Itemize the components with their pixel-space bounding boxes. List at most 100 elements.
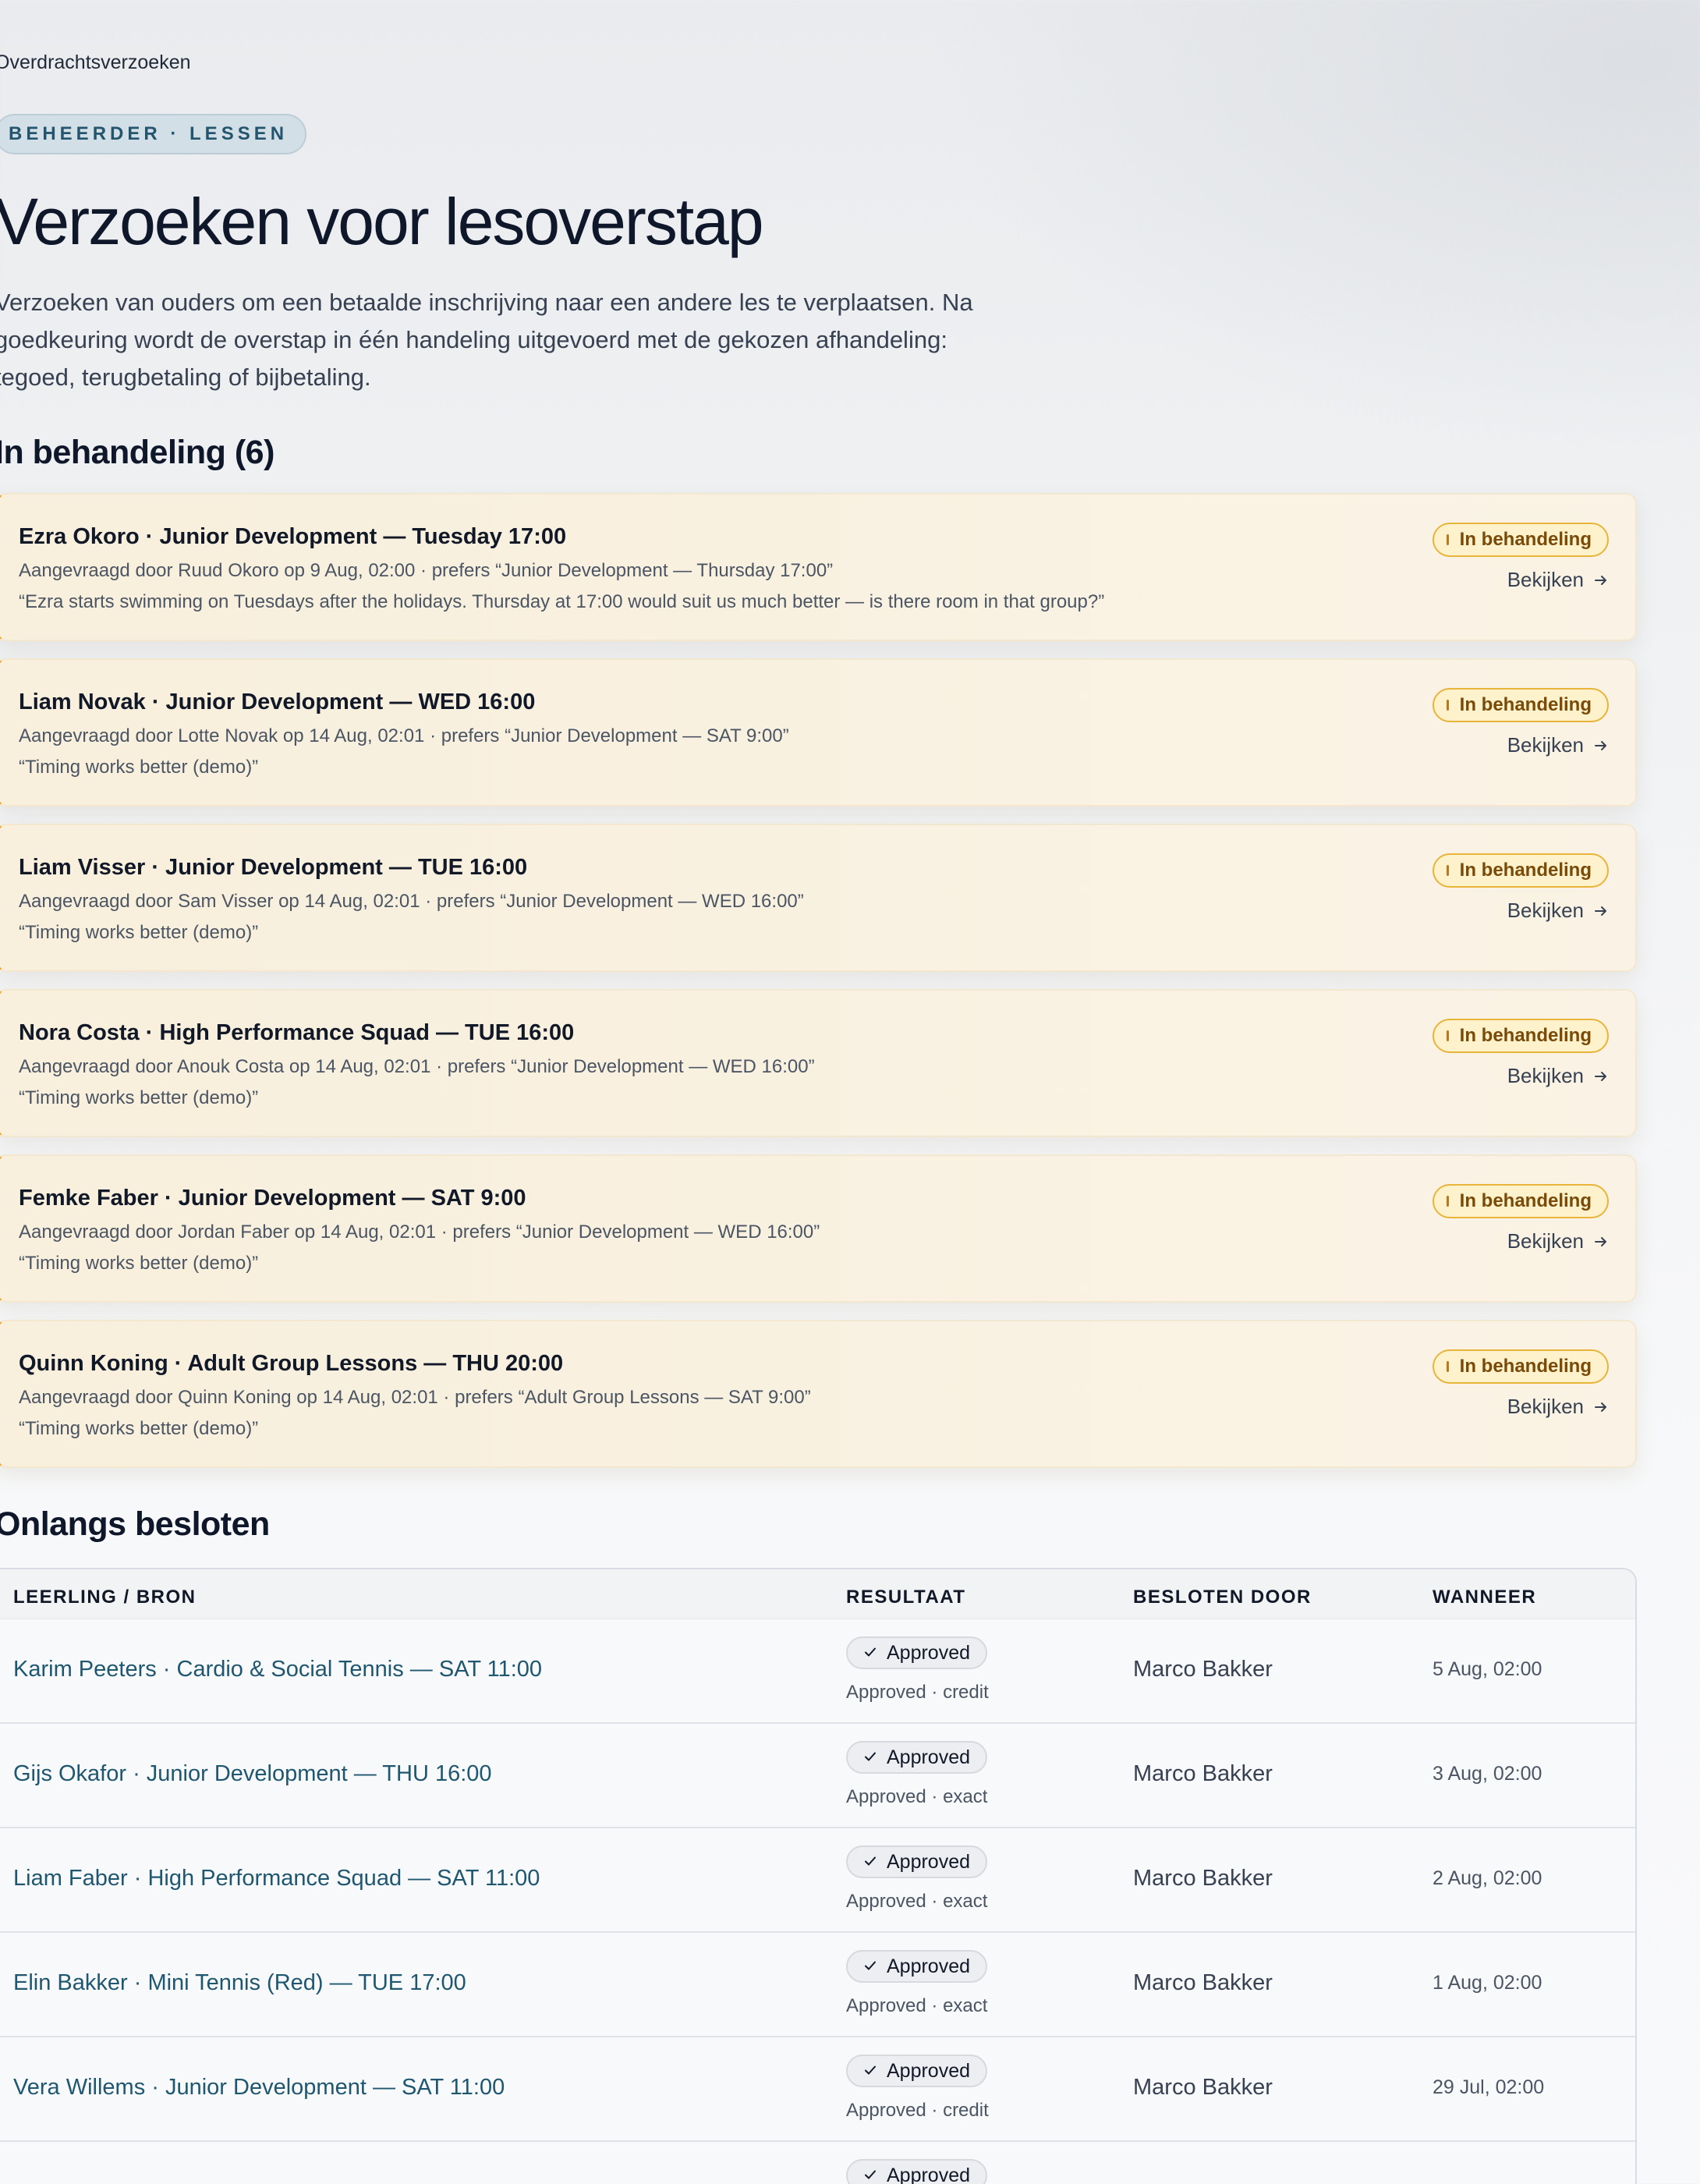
decided-by: Marco Bakker — [1133, 1970, 1273, 1995]
result-badge: Approved — [846, 1741, 988, 1774]
breadcrumb[interactable]: Overdrachtsverzoeken — [0, 51, 191, 74]
decided-when: 5 Aug, 02:00 — [1433, 1658, 1542, 1680]
result-badge: Approved — [846, 2159, 988, 2184]
pending-request-card[interactable]: Femke Faber · Junior Development — SAT 9… — [0, 1154, 1637, 1303]
status-badge: In behandeling — [1432, 688, 1609, 722]
request-title: Nora Costa · High Performance Squad — TU… — [19, 1020, 575, 1045]
request-title: Quinn Koning · Adult Group Lessons — THU… — [19, 1351, 564, 1376]
check-icon — [863, 1743, 877, 1772]
view-label: Bekijken — [1507, 899, 1584, 922]
table-row: Elin Bakker · Mini Tennis (Red) — TUE 17… — [0, 1933, 1635, 2037]
arrow-right-icon — [1593, 903, 1609, 919]
request-meta: Aangevraagd door Quinn Koning op 14 Aug,… — [19, 1387, 811, 1408]
result-badge: Approved — [846, 1950, 988, 1983]
decided-when: 29 Jul, 02:00 — [1433, 2076, 1545, 2098]
view-request-link[interactable]: Bekijken — [1507, 1064, 1609, 1088]
pending-dot-icon — [1446, 1361, 1449, 1372]
decided-by: Marco Bakker — [1133, 1657, 1273, 1682]
view-request-link[interactable]: Bekijken — [1507, 1395, 1609, 1419]
lesson-link[interactable]: Liam Faber · High Performance Squad — SA… — [13, 1866, 540, 1892]
result-label: Approved — [887, 1642, 971, 1664]
lesson-link[interactable]: Elin Bakker · Mini Tennis (Red) — TUE 17… — [13, 1970, 466, 1996]
request-note: “Ezra starts swimming on Tuesdays after … — [19, 591, 1105, 612]
arrow-right-icon — [1593, 1069, 1609, 1084]
status-badge: In behandeling — [1432, 1019, 1609, 1053]
view-request-link[interactable]: Bekijken — [1507, 1229, 1609, 1253]
pending-dot-icon — [1446, 534, 1449, 545]
check-icon — [863, 2161, 877, 2184]
pending-dot-icon — [1446, 865, 1449, 876]
pending-request-card[interactable]: Ezra Okoro · Junior Development — Tuesda… — [0, 493, 1637, 641]
result-detail: Approved · exact — [846, 1786, 988, 1807]
pending-requests-list: Ezra Okoro · Junior Development — Tuesda… — [0, 493, 1637, 1485]
decided-when: 3 Aug, 02:00 — [1433, 1763, 1542, 1785]
decided-when: 1 Aug, 02:00 — [1433, 1972, 1542, 1994]
pending-request-card[interactable]: Quinn Koning · Adult Group Lessons — THU… — [0, 1320, 1637, 1468]
status-badge: In behandeling — [1432, 1349, 1609, 1384]
request-meta: Aangevraagd door Ruud Okoro op 9 Aug, 02… — [19, 560, 834, 581]
table-row: Liam Faber · High Performance Squad — SA… — [0, 1828, 1635, 1933]
column-header-lesson: LEERLING / BRON — [13, 1587, 197, 1608]
view-label: Bekijken — [1507, 1064, 1584, 1087]
pending-dot-icon — [1446, 1196, 1449, 1207]
result-detail: Approved · exact — [846, 1891, 988, 1912]
pending-request-card[interactable]: Nora Costa · High Performance Squad — TU… — [0, 989, 1637, 1137]
pending-section-title: In behandeling (6) — [0, 434, 274, 471]
table-row: Gijs Okafor · Junior Development — THU 1… — [0, 1724, 1635, 1828]
lesson-link[interactable]: Vera Willems · Junior Development — SAT … — [13, 2075, 505, 2101]
table-body: Karim Peeters · Cardio & Social Tennis —… — [0, 1619, 1635, 2184]
result-label: Approved — [887, 1746, 971, 1768]
table-header: LEERLING / BRON RESULTAAT BESLOTEN DOOR … — [0, 1569, 1635, 1619]
recent-decisions-table: LEERLING / BRON RESULTAAT BESLOTEN DOOR … — [0, 1568, 1637, 2184]
status-label: In behandeling — [1459, 1190, 1592, 1211]
check-icon — [863, 1847, 877, 1877]
recent-section-title: Onlangs besloten — [0, 1505, 270, 1543]
status-badge: In behandeling — [1432, 1184, 1609, 1218]
page-description: Verzoeken van ouders om een betaalde ins… — [0, 289, 973, 391]
arrow-right-icon — [1593, 1399, 1609, 1415]
pending-dot-icon — [1446, 700, 1449, 711]
result-detail: Approved · credit — [846, 2100, 989, 2121]
lesson-link[interactable]: Gijs Okafor · Junior Development — THU 1… — [13, 1761, 492, 1787]
view-request-link[interactable]: Bekijken — [1507, 733, 1609, 757]
arrow-right-icon — [1593, 573, 1609, 588]
result-label: Approved — [887, 2060, 971, 2082]
request-note: “Timing works better (demo)” — [19, 1253, 259, 1274]
table-row: Approved — [0, 2142, 1635, 2184]
check-icon — [863, 1638, 877, 1668]
result-label: Approved — [887, 1955, 971, 1977]
decided-by: Marco Bakker — [1133, 2075, 1273, 2100]
view-request-link[interactable]: Bekijken — [1507, 568, 1609, 592]
view-request-link[interactable]: Bekijken — [1507, 899, 1609, 923]
status-label: In behandeling — [1459, 529, 1592, 550]
table-row: Karim Peeters · Cardio & Social Tennis —… — [0, 1619, 1635, 1724]
status-badge: In behandeling — [1432, 523, 1609, 557]
pending-request-card[interactable]: Liam Novak · Junior Development — WED 16… — [0, 658, 1637, 807]
request-title: Liam Visser · Junior Development — TUE 1… — [19, 855, 528, 880]
view-label: Bekijken — [1507, 1395, 1584, 1418]
result-detail: Approved · exact — [846, 1995, 988, 2016]
result-label: Approved — [887, 1851, 971, 1873]
status-badge: In behandeling — [1432, 853, 1609, 888]
section-eyebrow-badge: BEHEERDER · LESSEN — [0, 114, 307, 154]
pending-request-card[interactable]: Liam Visser · Junior Development — TUE 1… — [0, 824, 1637, 972]
column-header-when: WANNEER — [1433, 1587, 1537, 1608]
request-meta: Aangevraagd door Lotte Novak op 14 Aug, … — [19, 725, 789, 746]
request-note: “Timing works better (demo)” — [19, 922, 259, 943]
request-meta: Aangevraagd door Sam Visser op 14 Aug, 0… — [19, 891, 804, 912]
result-badge: Approved — [846, 2055, 988, 2087]
request-title: Liam Novak · Junior Development — WED 16… — [19, 690, 536, 714]
lesson-link[interactable]: Karim Peeters · Cardio & Social Tennis —… — [13, 1657, 542, 1682]
view-label: Bekijken — [1507, 568, 1584, 591]
request-note: “Timing works better (demo)” — [19, 757, 259, 778]
status-label: In behandeling — [1459, 860, 1592, 881]
arrow-right-icon — [1593, 738, 1609, 753]
status-label: In behandeling — [1459, 1025, 1592, 1046]
request-note: “Timing works better (demo)” — [19, 1418, 259, 1439]
request-meta: Aangevraagd door Anouk Costa op 14 Aug, … — [19, 1056, 815, 1077]
column-header-result: RESULTAAT — [846, 1587, 966, 1608]
table-row: Vera Willems · Junior Development — SAT … — [0, 2037, 1635, 2142]
arrow-right-icon — [1593, 1234, 1609, 1250]
request-note: “Timing works better (demo)” — [19, 1087, 259, 1108]
view-label: Bekijken — [1507, 733, 1584, 757]
